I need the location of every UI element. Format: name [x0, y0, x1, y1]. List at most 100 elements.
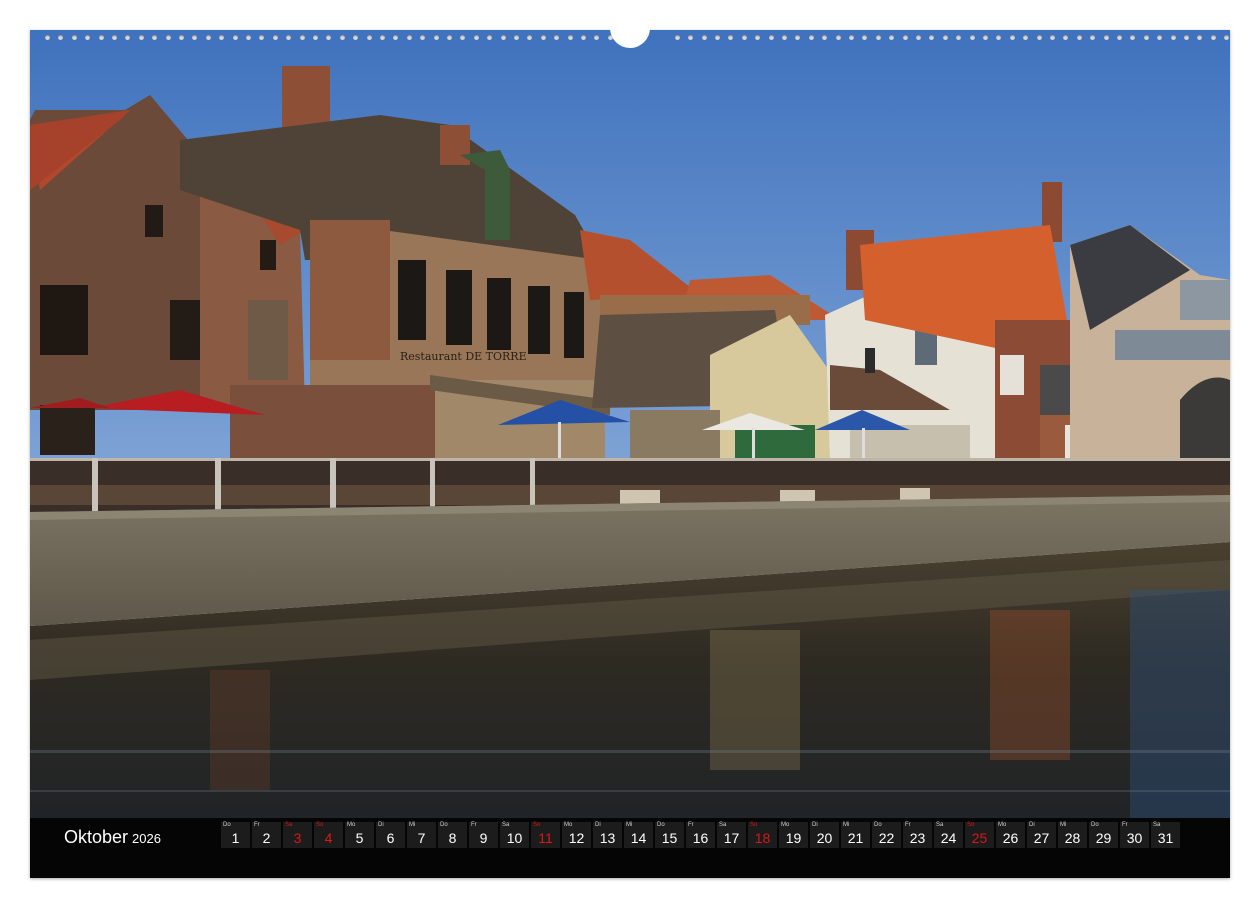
binding-hole: [795, 35, 801, 40]
day-number: 21: [847, 830, 864, 846]
binding-hole: [1117, 35, 1122, 40]
day-cell: Sa 17: [717, 822, 746, 848]
binding-hole: [299, 35, 305, 40]
binding-hole: [1157, 35, 1163, 40]
day-cell: Sa 10: [500, 822, 529, 848]
binding-hole: [473, 35, 479, 40]
calendar-page: Restaurant DE TORRE Oktober 2026 Do 1 Fr…: [0, 0, 1260, 908]
day-number: 30: [1126, 830, 1143, 846]
binding-hole: [192, 35, 198, 40]
day-cell: So 25: [965, 822, 994, 848]
binding-hole: [715, 35, 720, 40]
day-cell: Mi 21: [841, 822, 870, 848]
day-number: 13: [599, 830, 616, 846]
day-number: 17: [723, 830, 740, 846]
day-number: 8: [448, 830, 457, 846]
binding-hole: [688, 35, 694, 40]
binding-hole: [956, 35, 962, 40]
binding-hole: [487, 35, 493, 40]
day-number: 22: [878, 830, 895, 846]
binding-hole: [554, 35, 560, 40]
binding-hole: [701, 35, 707, 40]
day-number: 24: [940, 830, 957, 846]
binding-hole: [272, 35, 278, 40]
day-cell: Fr 23: [903, 822, 932, 848]
binding-hole: [929, 35, 935, 40]
binding-hole: [313, 35, 318, 40]
binding-hole: [835, 35, 841, 40]
day-number: 1: [231, 830, 240, 846]
day-cell: Mo 26: [996, 822, 1025, 848]
weekday-label: Fr: [1122, 822, 1128, 828]
weekday-label: Fr: [905, 822, 911, 828]
binding-hole: [246, 35, 251, 40]
binding-hole: [380, 35, 385, 40]
binding-hole: [889, 35, 895, 40]
binding-hole: [527, 35, 533, 40]
day-number: 27: [1033, 830, 1050, 846]
photo-illustration: Restaurant DE TORRE: [30, 30, 1230, 878]
binding-hole: [353, 35, 359, 40]
weekday-label: Sa: [719, 822, 727, 828]
binding-hole: [138, 35, 144, 40]
binding-hole: [822, 35, 828, 40]
weekday-label: Di: [378, 822, 384, 828]
binding-hole: [567, 35, 573, 40]
day-cell: Di 6: [376, 822, 405, 848]
day-number: 16: [692, 830, 709, 846]
binding-hole: [1210, 35, 1216, 40]
weekday-label: So: [533, 822, 541, 828]
binding-hole: [152, 35, 158, 40]
binding-hole: [500, 35, 506, 40]
day-cell: Fr 9: [469, 822, 498, 848]
day-number: 3: [293, 830, 302, 846]
weekday-label: Fr: [688, 822, 694, 828]
weekday-label: So: [967, 822, 975, 828]
weekday-label: Mi: [843, 822, 850, 828]
binding-hole: [1130, 35, 1136, 40]
binding-hole: [393, 35, 399, 40]
day-cell: Sa 24: [934, 822, 963, 848]
weekday-label: So: [750, 822, 758, 828]
weekday-label: Fr: [471, 822, 477, 828]
binding-hole: [1170, 35, 1176, 40]
weekday-label: Mi: [409, 822, 416, 828]
binding-hole: [1143, 35, 1149, 40]
day-cell: So 18: [748, 822, 777, 848]
binding-hole: [594, 35, 600, 40]
day-cell: So 4: [314, 822, 343, 848]
binding-hole: [514, 35, 519, 40]
day-cell: Mi 7: [407, 822, 436, 848]
binding-hole: [460, 35, 466, 40]
binding-hole: [741, 35, 747, 40]
weekday-label: Do: [1091, 822, 1099, 828]
binding-hole: [179, 35, 184, 40]
weekday-label: Sa: [936, 822, 944, 828]
day-number: 25: [971, 830, 988, 846]
binding-hole: [1090, 35, 1096, 40]
day-cell: Fr 16: [686, 822, 715, 848]
binding-hole: [326, 35, 332, 40]
day-number: 7: [417, 830, 426, 846]
day-cell: Do 15: [655, 822, 684, 848]
day-number: 29: [1095, 830, 1112, 846]
binding-hole: [1224, 35, 1230, 40]
binding-hole: [1036, 35, 1042, 40]
binding-hole: [540, 35, 546, 40]
day-number: 4: [324, 830, 333, 846]
month-title: Oktober 2026: [64, 827, 161, 849]
day-number: 10: [506, 830, 523, 846]
binding-hole: [916, 35, 921, 40]
binding-hole: [1076, 35, 1082, 40]
binding-hole: [983, 35, 988, 40]
day-strip: Do 1 Fr 2 Sa 3 So 4 Mo 5 Di 6 Mi 7 Do 8 Fr 9 Sa 10 So 11 Mo 12 D…: [221, 822, 1180, 848]
binding-hole: [1009, 35, 1015, 40]
day-number: 23: [909, 830, 926, 846]
day-number: 9: [479, 830, 488, 846]
day-cell: Sa 3: [283, 822, 312, 848]
binding-hole: [219, 35, 225, 40]
day-number: 28: [1064, 830, 1081, 846]
day-number: 19: [785, 830, 802, 846]
binding-hole: [259, 35, 265, 40]
day-cell: Do 1: [221, 822, 250, 848]
